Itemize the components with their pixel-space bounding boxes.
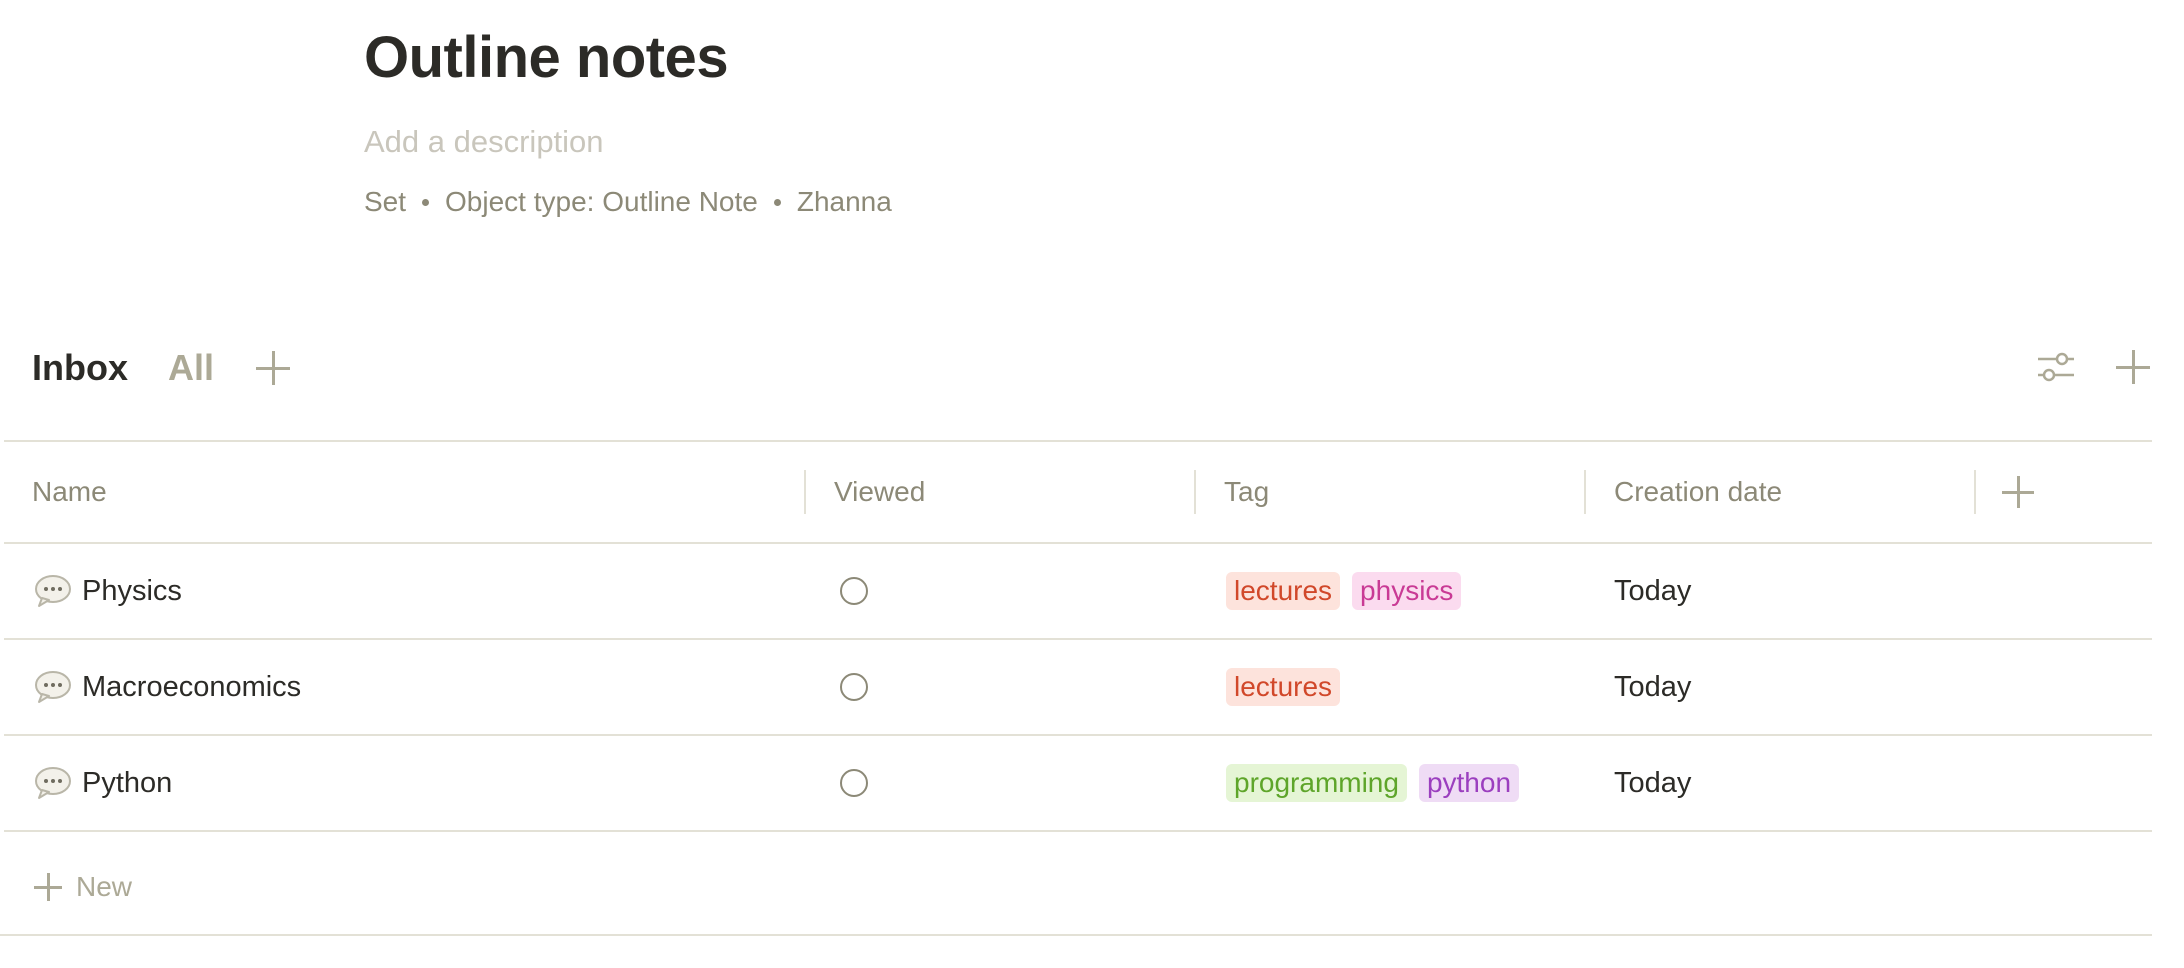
column-header-viewed[interactable]: Viewed	[834, 442, 925, 542]
name-cell[interactable]: Physics	[34, 544, 182, 638]
viewed-cell[interactable]	[840, 544, 868, 638]
column-resize-handle[interactable]	[804, 470, 806, 514]
column-resize-handle[interactable]	[1584, 470, 1586, 514]
tag-badge: physics	[1352, 572, 1462, 610]
viewed-cell[interactable]	[840, 640, 868, 734]
meta-object-type[interactable]: Object type: Outline Note	[445, 184, 758, 220]
plus-icon	[34, 873, 62, 901]
column-resize-handle[interactable]	[1974, 470, 1976, 514]
add-row-button[interactable]: New	[0, 840, 2152, 936]
data-table: Name Viewed Tag Creation date Physics le…	[4, 440, 2152, 832]
name-cell[interactable]: Python	[34, 736, 172, 830]
tag-badge: python	[1418, 764, 1520, 802]
creation-date-cell[interactable]: Today	[1614, 544, 1691, 638]
viewed-checkbox[interactable]	[840, 769, 868, 797]
set-meta: Set Object type: Outline Note Zhanna	[364, 184, 1964, 220]
column-header-name[interactable]: Name	[32, 442, 107, 542]
description-input[interactable]: Add a description	[364, 122, 1964, 162]
page-title[interactable]: Outline notes	[364, 18, 1964, 98]
set-page: Outline notes Add a description Set Obje…	[0, 0, 2184, 968]
tag-badge: programming	[1226, 764, 1407, 802]
tag-cell[interactable]: lectures	[1226, 640, 1352, 734]
view-tabs: Inbox All	[32, 338, 291, 398]
view-toolbar	[2036, 347, 2150, 387]
chat-bubble-icon	[35, 575, 71, 607]
tag-badge: lectures	[1226, 668, 1341, 706]
viewed-checkbox[interactable]	[840, 673, 868, 701]
column-header-tag[interactable]: Tag	[1224, 442, 1269, 542]
column-header-creation-date[interactable]: Creation date	[1614, 442, 1782, 542]
add-view-plus-icon[interactable]	[256, 351, 291, 385]
table-row[interactable]: Python programming python Today	[4, 736, 2152, 832]
viewed-checkbox[interactable]	[840, 577, 868, 605]
tab-all[interactable]: All	[168, 338, 214, 398]
meta-author[interactable]: Zhanna	[797, 184, 892, 220]
set-header: Outline notes Add a description Set Obje…	[364, 18, 1964, 220]
meta-separator	[773, 198, 781, 206]
tag-badge: lectures	[1226, 572, 1341, 610]
add-object-plus-icon[interactable]	[2116, 350, 2150, 384]
creation-date-cell[interactable]: Today	[1614, 640, 1691, 734]
viewed-cell[interactable]	[840, 736, 868, 830]
new-row-label[interactable]: New	[76, 871, 132, 903]
tag-cell[interactable]: lectures physics	[1226, 544, 1473, 638]
tag-cell[interactable]: programming python	[1226, 736, 1531, 830]
meta-separator	[422, 198, 430, 206]
row-name[interactable]: Macroeconomics	[82, 671, 301, 704]
name-cell[interactable]: Macroeconomics	[34, 640, 301, 734]
column-resize-handle[interactable]	[1194, 470, 1196, 514]
meta-kind: Set	[364, 186, 407, 217]
creation-date-cell[interactable]: Today	[1614, 736, 1691, 830]
table-row[interactable]: Macroeconomics lectures Today	[4, 640, 2152, 736]
table-row[interactable]: Physics lectures physics Today	[4, 544, 2152, 640]
chat-bubble-icon	[35, 671, 71, 703]
row-name[interactable]: Physics	[82, 575, 182, 608]
table-header: Name Viewed Tag Creation date	[4, 440, 2152, 544]
view-settings-icon[interactable]	[2036, 347, 2076, 387]
chat-bubble-icon	[35, 767, 71, 799]
row-name[interactable]: Python	[82, 767, 172, 800]
add-column-plus-icon[interactable]	[2002, 476, 2034, 508]
tab-inbox[interactable]: Inbox	[32, 338, 128, 398]
